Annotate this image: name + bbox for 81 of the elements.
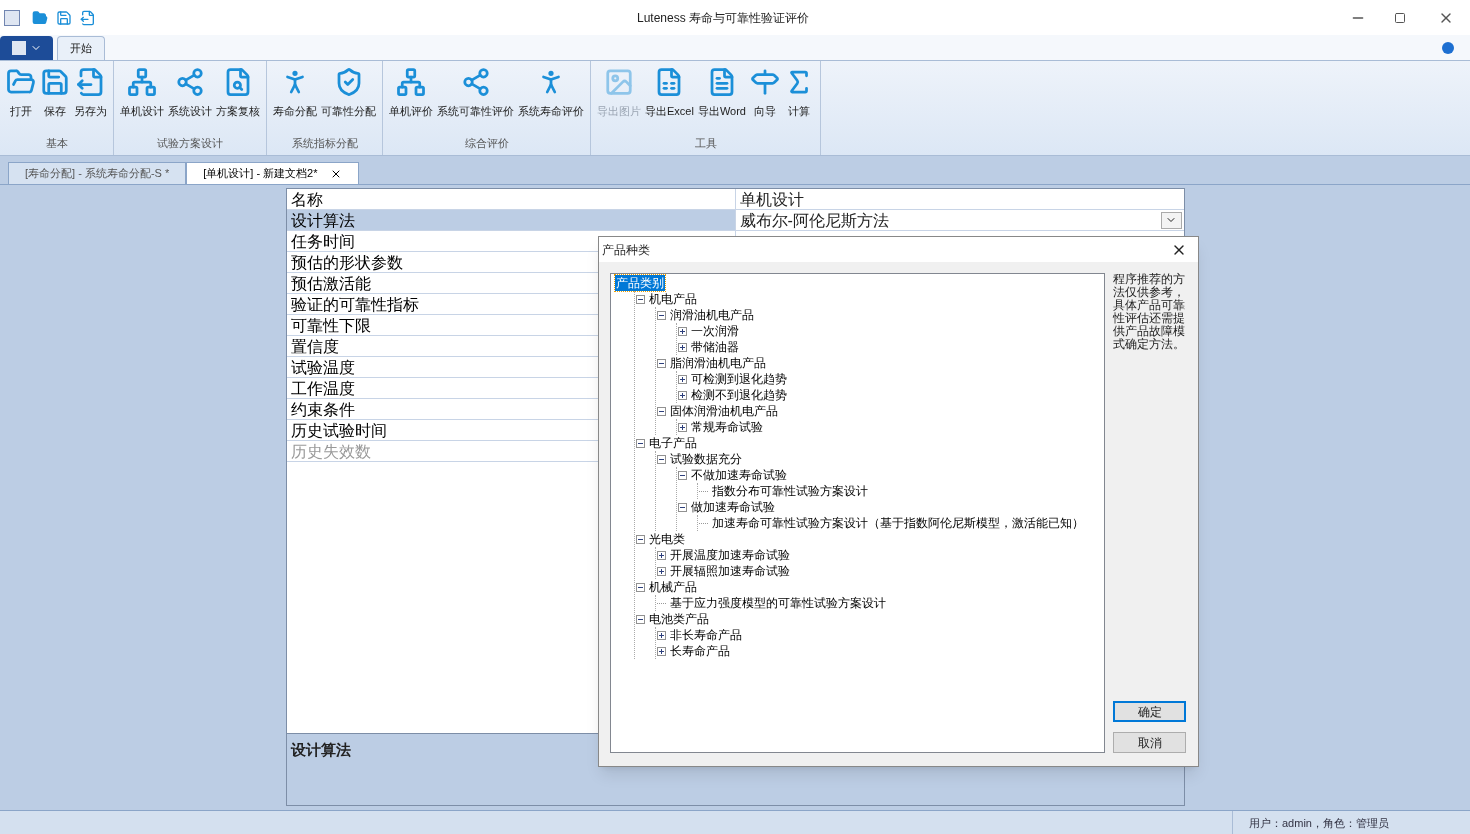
- hint-text: 程序推荐的方法仅供参考，具体产品可靠性评估还需提供产品故障模式确定方法。: [1113, 273, 1186, 351]
- ribbon-button[interactable]: 单机评价: [387, 67, 435, 135]
- expander-icon[interactable]: [636, 534, 645, 544]
- ribbon-button[interactable]: 系统可靠性评价: [435, 67, 516, 135]
- ribbon-group-label: 基本: [44, 135, 69, 151]
- ribbon-button[interactable]: 打开: [4, 67, 38, 135]
- ribbon-group-label: 工具: [693, 135, 718, 151]
- expander-icon[interactable]: [657, 454, 666, 464]
- maximize-icon[interactable]: [1394, 11, 1406, 24]
- ribbon-button[interactable]: 系统寿命评价: [516, 67, 586, 135]
- expander-icon[interactable]: [636, 438, 645, 448]
- ribbon-button[interactable]: 单机设计: [118, 67, 166, 135]
- ribbon-tab[interactable]: 开始: [57, 36, 105, 60]
- expander-icon[interactable]: [636, 614, 645, 624]
- network-icon: [127, 67, 157, 97]
- app-logo-icon: [11, 41, 26, 55]
- expander-icon[interactable]: [657, 646, 666, 656]
- tree-item[interactable]: 加速寿命可靠性试验方案设计（基于指数阿伦尼斯模型，激活能已知）: [711, 515, 1085, 531]
- ribbon-button[interactable]: 向导: [748, 67, 782, 135]
- tree-item[interactable]: 长寿命产品: [669, 643, 731, 659]
- ribbon-button[interactable]: 导出Excel: [643, 67, 696, 135]
- expander-icon[interactable]: [657, 406, 666, 416]
- document-tab[interactable]: [单机设计] - 新建文档2*: [186, 162, 359, 184]
- dialog-button[interactable]: 确定: [1113, 701, 1186, 722]
- app-logo-icon: [4, 9, 20, 26]
- expander-icon[interactable]: [678, 422, 687, 432]
- ribbon-button[interactable]: 导出Word: [695, 67, 748, 135]
- tree-item[interactable]: 做加速寿命试验: [690, 499, 776, 515]
- ribbon-button[interactable]: 计算: [782, 67, 816, 135]
- expander-icon[interactable]: [678, 470, 687, 480]
- property-name[interactable]: 名称: [286, 189, 736, 209]
- folder-icon[interactable]: [32, 9, 48, 26]
- app-menu-button[interactable]: [0, 36, 53, 60]
- share-icon: [460, 67, 491, 97]
- save-icon[interactable]: [56, 9, 72, 26]
- ribbon-button[interactable]: 保存: [38, 67, 72, 135]
- share-icon: [175, 67, 205, 97]
- property-name[interactable]: 设计算法: [286, 210, 736, 230]
- network-icon: [396, 67, 426, 97]
- tree-item[interactable]: 非长寿命产品: [669, 627, 743, 643]
- tree-item[interactable]: 基于应力强度模型的可靠性试验方案设计: [669, 595, 887, 611]
- tree-item[interactable]: 产品类别: [615, 275, 665, 291]
- dialog-button[interactable]: 取消: [1113, 732, 1186, 753]
- ribbon-button[interactable]: 系统设计: [166, 67, 214, 135]
- tree-item[interactable]: 光电类: [648, 531, 686, 547]
- ribbon-button[interactable]: 寿命分配: [271, 67, 319, 135]
- expander-icon[interactable]: [657, 630, 666, 640]
- ribbon-button[interactable]: 另存为: [72, 67, 109, 135]
- expander-icon[interactable]: [657, 550, 666, 560]
- tree-item[interactable]: 机电产品: [648, 291, 698, 307]
- ribbon-group-label: 系统指标分配: [290, 135, 359, 151]
- expander-icon[interactable]: [678, 342, 687, 352]
- status-text: 用户：admin，角色：管理员: [1232, 811, 1470, 834]
- description-title: 设计算法: [290, 741, 351, 758]
- window-title: Luteness 寿命与可靠性验证评价: [635, 9, 810, 27]
- document-tab[interactable]: [寿命分配] - 系统寿命分配-S *: [8, 162, 187, 184]
- tree-item[interactable]: 指数分布可靠性试验方案设计: [711, 483, 869, 499]
- expander-icon[interactable]: [636, 294, 645, 304]
- property-value[interactable]: 单机设计: [735, 188, 1184, 210]
- expander-icon[interactable]: [657, 566, 666, 576]
- ribbon-button[interactable]: 可靠性分配: [319, 67, 378, 135]
- expander-icon[interactable]: [678, 326, 687, 336]
- ribbon-button[interactable]: 方案复核: [214, 67, 262, 135]
- tree-item[interactable]: 开展辐照加速寿命试验: [669, 563, 791, 579]
- expander-icon[interactable]: [657, 358, 666, 368]
- save-as-icon[interactable]: [80, 9, 96, 26]
- dropdown-button[interactable]: [1160, 211, 1182, 229]
- tree-item[interactable]: 不做加速寿命试验: [690, 467, 788, 483]
- save-icon: [40, 67, 70, 97]
- expander-icon[interactable]: [657, 310, 666, 320]
- ribbon-group-label: 试验方案设计: [156, 135, 224, 151]
- expander-icon[interactable]: [678, 502, 687, 512]
- ribbon-group-label: 综合评价: [463, 135, 510, 151]
- tree-item[interactable]: 开展温度加速寿命试验: [669, 547, 791, 563]
- tree-item[interactable]: 电池类产品: [648, 611, 710, 627]
- image-icon: [604, 67, 634, 97]
- signpost-icon: [750, 67, 780, 97]
- tree-item[interactable]: 机械产品: [648, 579, 698, 595]
- expander-icon[interactable]: [678, 374, 687, 384]
- expander-icon[interactable]: [678, 390, 687, 400]
- expander-icon[interactable]: [636, 582, 645, 592]
